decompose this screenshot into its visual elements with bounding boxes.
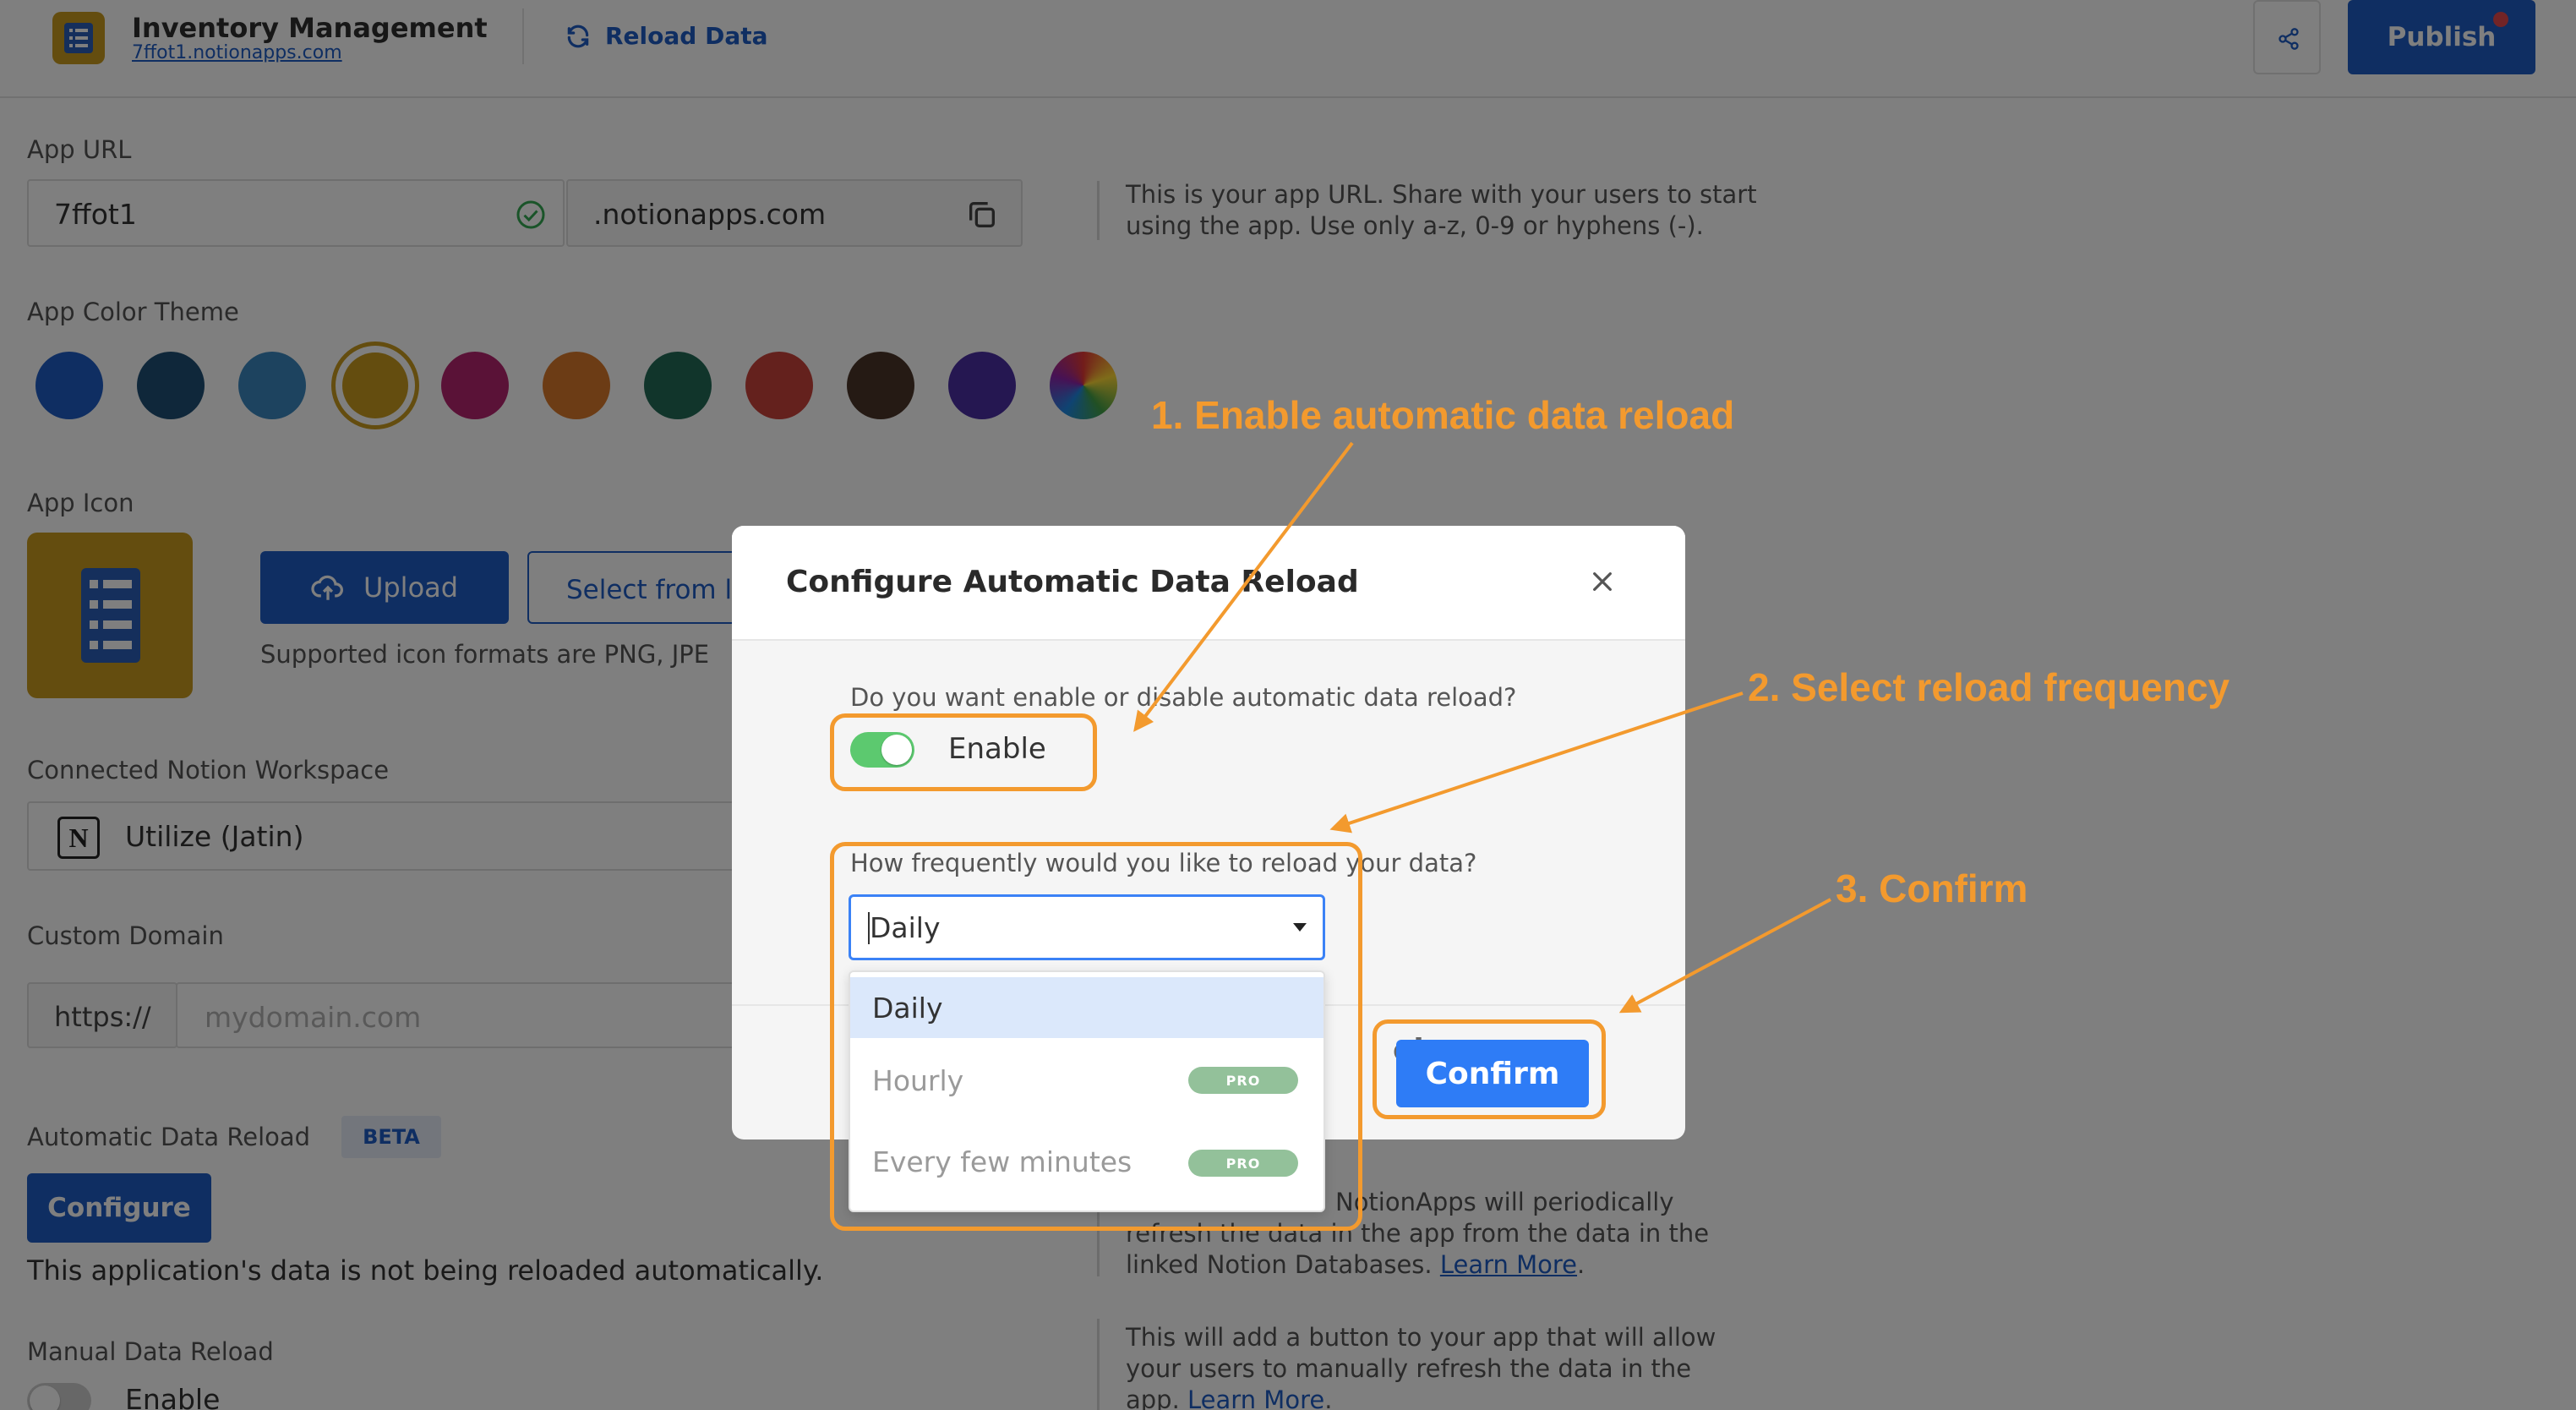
arrow-step3 <box>1618 898 1831 1014</box>
arrow-step1 <box>1133 441 1354 732</box>
arrow-step2 <box>1329 691 1744 833</box>
annotation-arrows <box>1133 441 1831 1014</box>
